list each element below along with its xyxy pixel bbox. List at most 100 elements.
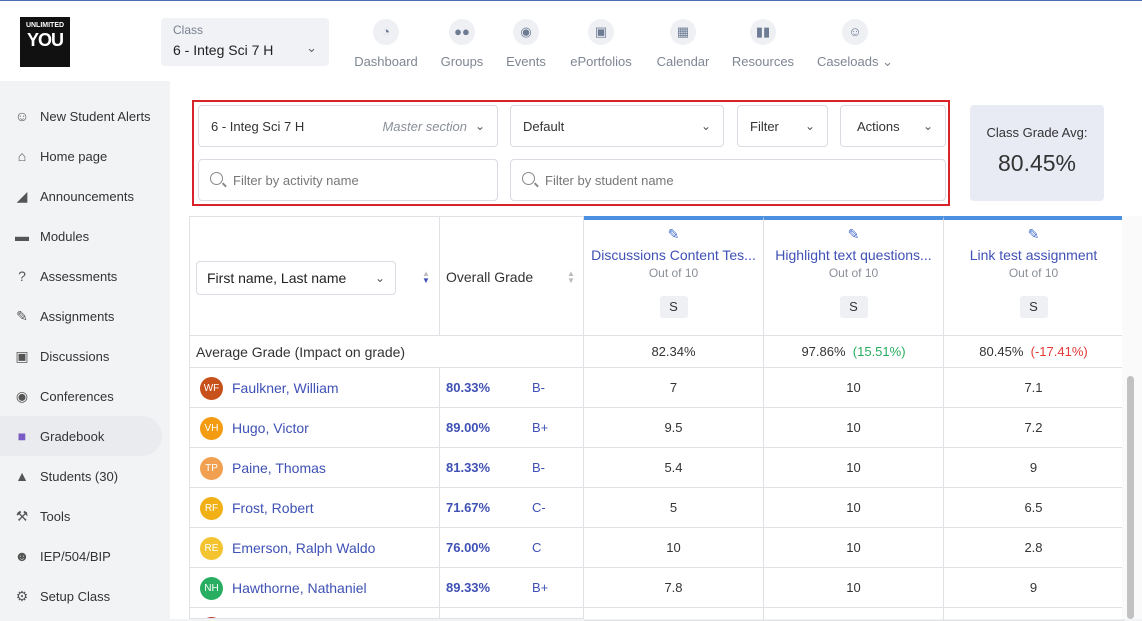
nav-calendar[interactable]: ▦ Calendar <box>656 19 710 69</box>
nav-dashboard-label: Dashboard <box>354 54 418 69</box>
student-search-input[interactable]: Filter by student name <box>510 159 946 201</box>
overall-grade-letter: B- <box>532 460 545 475</box>
grade-cell[interactable]: 5 <box>584 488 764 528</box>
activity-name[interactable]: Discussions Content Tes... <box>584 247 763 263</box>
sidebar-item-home-page[interactable]: ⌂ Home page <box>0 136 162 176</box>
grade-cell[interactable]: 2.8 <box>944 528 1124 568</box>
grade-cell[interactable]: 10 <box>764 488 944 528</box>
overall-grade-cell[interactable] <box>440 608 584 619</box>
grade-cell[interactable]: 9 <box>944 568 1124 608</box>
nav-resources[interactable]: ▮▮ Resources <box>731 19 795 69</box>
grade-cell[interactable]: 7.2 <box>944 408 1124 448</box>
sidebar: ☺ New Student Alerts ⌂ Home page ◢ Announce… <box>0 81 170 619</box>
avatar[interactable]: WF <box>200 377 223 400</box>
avatar[interactable]: NH <box>200 577 223 600</box>
class-selector[interactable]: Class 6 - Integ Sci 7 H ⌄ <box>161 18 329 66</box>
student-name-link[interactable]: Frost, Robert <box>232 500 314 516</box>
grade-cell[interactable]: 9 <box>944 448 1124 488</box>
student-name-cell: VH Hugo, Victor <box>190 408 440 448</box>
activity-search-input[interactable]: Filter by activity name <box>198 159 498 201</box>
sidebar-item-iep[interactable]: ☻ IEP/504/BIP <box>0 536 162 576</box>
activity-type-badge: S <box>1019 296 1048 318</box>
sort-icon[interactable]: ▲ ▼ <box>422 270 430 285</box>
filter-button[interactable]: Filter ⌄ <box>737 105 828 147</box>
grade-cell[interactable]: 10 <box>764 568 944 608</box>
calendar-icon: ▦ <box>670 19 696 45</box>
school-logo[interactable]: UNLIMITED YOU <box>20 17 70 67</box>
overall-grade-cell[interactable]: 76.00% C <box>440 528 584 568</box>
nav-dashboard[interactable]: ◔ Dashboard <box>354 19 418 69</box>
nav-eportfolios[interactable]: ▣ ePortfolios <box>568 19 634 69</box>
student-name-link[interactable]: Paine, Thomas <box>232 460 326 476</box>
avatar[interactable]: TP <box>200 457 223 480</box>
section-select[interactable]: 6 - Integ Sci 7 H Master section ⌄ <box>198 105 498 147</box>
table-scrollbar-thumb[interactable] <box>1127 376 1134 619</box>
grade-cell[interactable]: 6.5 <box>944 488 1124 528</box>
nav-groups[interactable]: ●● Groups <box>440 19 484 69</box>
sidebar-item-conferences[interactable]: ◉ Conferences <box>0 376 162 416</box>
activity-name[interactable]: Link test assignment <box>944 247 1123 263</box>
overall-grade-cell[interactable]: 89.33% B+ <box>440 568 584 608</box>
student-name-link[interactable]: Hugo, Victor <box>232 420 309 436</box>
activity-header-2[interactable]: ✎ Highlight text questions... Out of 10 … <box>764 216 944 336</box>
overall-grade-percent: 89.33% <box>446 580 491 595</box>
nav-caseloads[interactable]: ☺ Caseloads ⌄ <box>816 19 894 70</box>
student-name-cell: WF Faulkner, William <box>190 368 440 408</box>
name-sort-select[interactable]: First name, Last name ⌄ <box>196 261 396 295</box>
overall-grade-percent: 71.67% <box>446 500 491 515</box>
grade-cell[interactable] <box>944 608 1124 621</box>
class-selector-value: 6 - Integ Sci 7 H <box>173 42 274 58</box>
grade-cell[interactable]: 7.1 <box>944 368 1124 408</box>
grade-cell[interactable]: 10 <box>584 528 764 568</box>
nav-events[interactable]: ◉ Events <box>505 19 547 69</box>
student-name-link[interactable]: Faulkner, William <box>232 380 339 396</box>
activity-search-placeholder: Filter by activity name <box>233 172 359 188</box>
overall-grade-header[interactable]: Overall Grade ▲ ▼ <box>440 216 584 336</box>
nav-groups-label: Groups <box>440 54 484 69</box>
chevron-down-icon: ⌄ <box>804 119 815 133</box>
overall-grade-cell[interactable]: 71.67% C- <box>440 488 584 528</box>
student-name-link[interactable]: Hawthorne, Nathaniel <box>232 580 367 596</box>
avatar[interactable]: VH <box>200 417 223 440</box>
avatar[interactable]: RE <box>200 537 223 560</box>
gradebook-icon: ■ <box>17 428 27 444</box>
student-name-link[interactable]: Emerson, Ralph Waldo <box>232 540 375 556</box>
grade-cell[interactable]: 5.4 <box>584 448 764 488</box>
person-icon: ☺ <box>842 19 868 45</box>
sidebar-item-discussions[interactable]: ▣ Discussions <box>0 336 162 376</box>
grade-cell[interactable]: 7.8 <box>584 568 764 608</box>
overall-grade-cell[interactable]: 89.00% B+ <box>440 408 584 448</box>
sidebar-item-gradebook[interactable]: ■ Gradebook <box>0 416 162 456</box>
chevron-down-icon: ⌄ <box>306 40 317 55</box>
grade-cell[interactable]: 10 <box>764 368 944 408</box>
avatar[interactable]: RF <box>200 497 223 520</box>
grade-cell[interactable]: 9.5 <box>584 408 764 448</box>
activity-header-1[interactable]: ✎ Discussions Content Tes... Out of 10 S <box>584 216 764 336</box>
grade-cell[interactable] <box>584 608 764 621</box>
sidebar-item-announcements[interactable]: ◢ Announcements <box>0 176 162 216</box>
sidebar-item-setup-class[interactable]: ⚙ Setup Class <box>0 576 162 616</box>
activity-name[interactable]: Highlight text questions... <box>764 247 943 263</box>
books-icon: ▮▮ <box>750 19 776 45</box>
sort-icon[interactable]: ▲ ▼ <box>567 270 575 285</box>
sidebar-item-assignments[interactable]: ✎ Assignments <box>0 296 162 336</box>
sidebar-item-tools[interactable]: ⚒ Tools <box>0 496 162 536</box>
overall-grade-cell[interactable]: 81.33% B- <box>440 448 584 488</box>
activity-header-3[interactable]: ✎ Link test assignment Out of 10 S <box>944 216 1124 336</box>
average-cell: 82.34% <box>584 336 764 368</box>
grade-cell[interactable]: 10 <box>764 408 944 448</box>
grade-cell[interactable]: 7 <box>584 368 764 408</box>
view-select[interactable]: Default ⌄ <box>510 105 724 147</box>
grade-cell[interactable]: 10 <box>764 528 944 568</box>
actions-button[interactable]: Actions ⌄ <box>840 105 946 147</box>
grade-cell[interactable]: 10 <box>764 448 944 488</box>
overall-grade-cell[interactable]: 80.33% B- <box>440 368 584 408</box>
sidebar-item-modules[interactable]: ▬ Modules <box>0 216 162 256</box>
sidebar-item-new-student-alerts[interactable]: ☺ New Student Alerts <box>0 96 162 136</box>
grade-value: 10 <box>846 580 861 595</box>
class-selector-label: Class <box>173 23 204 37</box>
grade-cell[interactable] <box>764 608 944 621</box>
sidebar-item-students[interactable]: ▲ Students (30) <box>0 456 162 496</box>
document-edit-icon: ✎ <box>1027 226 1040 242</box>
sidebar-item-assessments[interactable]: ? Assessments <box>0 256 162 296</box>
